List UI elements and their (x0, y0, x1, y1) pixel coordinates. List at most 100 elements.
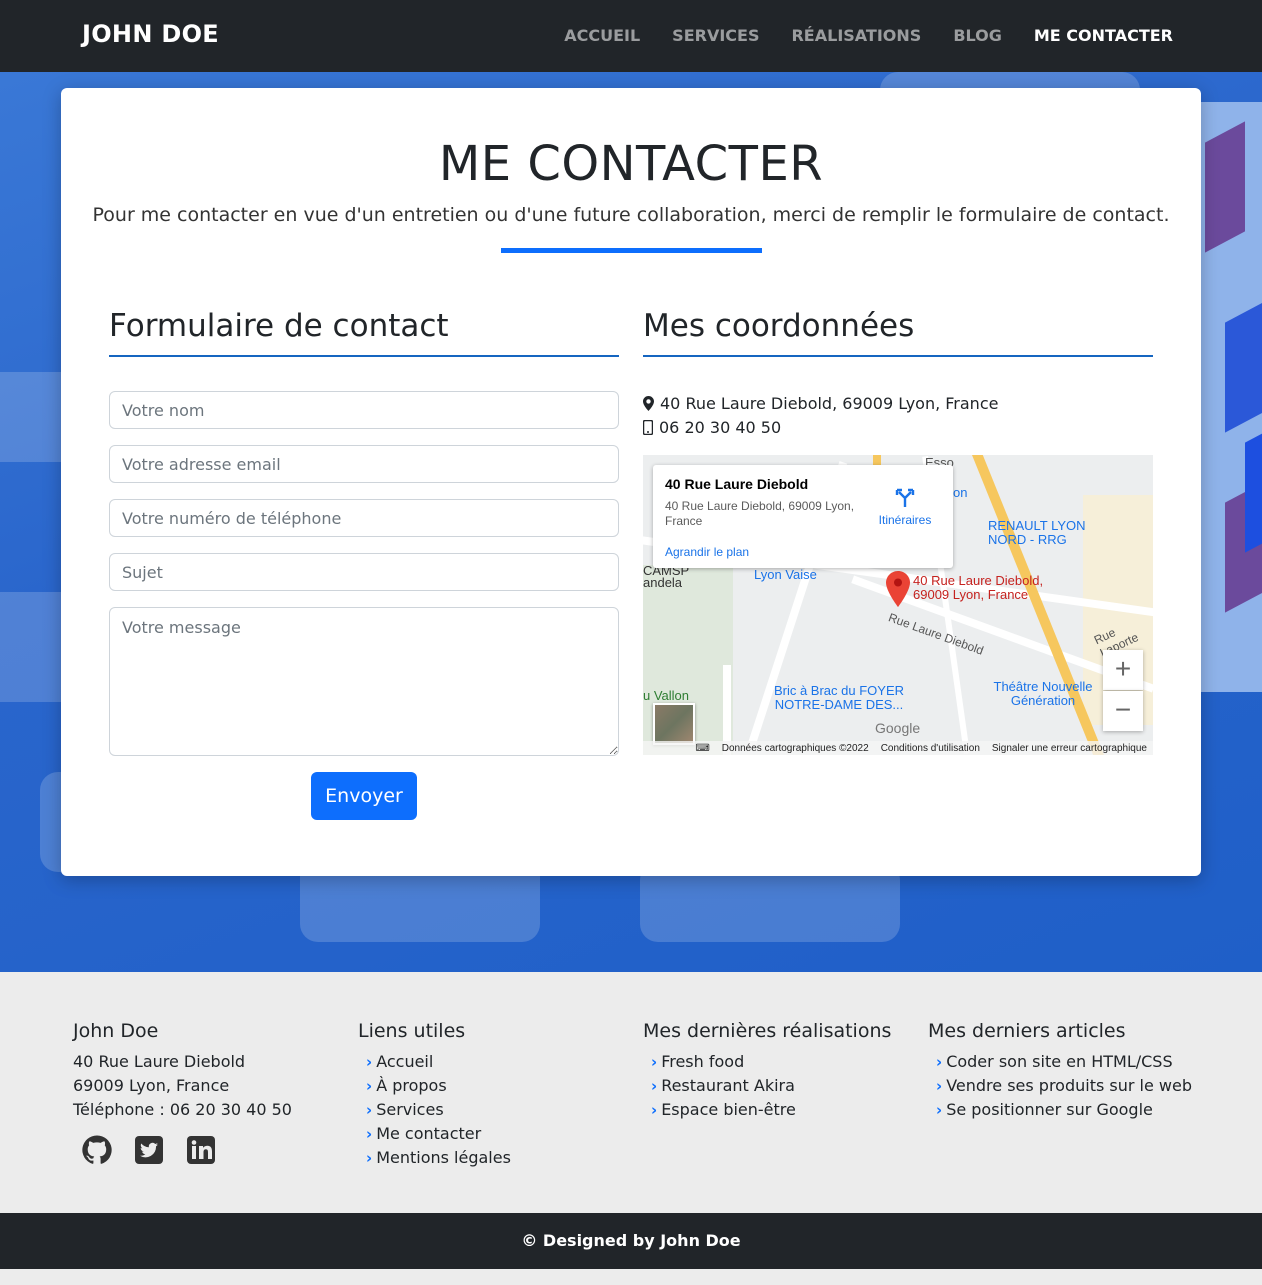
page-subtitle: Pour me contacter en vue d'un entretien … (92, 204, 1170, 226)
embedded-map[interactable]: Esso on RENAULT LYON NORD - RRG Lyon Vai… (643, 455, 1153, 755)
footer-link-label: Se positionner sur Google (946, 1100, 1153, 1119)
map-label-theatre: Théâtre Nouvelle Génération (993, 679, 1093, 708)
coords-heading-underline (643, 355, 1153, 357)
subject-input[interactable] (109, 553, 619, 591)
nav-link-services[interactable]: SERVICES (672, 26, 759, 45)
map-info-title: 40 Rue Laure Diebold (665, 476, 809, 492)
phone-input[interactable] (109, 499, 619, 537)
coords-heading: Mes coordonnées (643, 308, 915, 344)
footer-link-espace-bien-etre[interactable]: › Espace bien-être (643, 1098, 891, 1122)
site-footer: John Doe 40 Rue Laure Diebold 69009 Lyon… (0, 972, 1262, 1213)
footer-col4-heading: Mes derniers articles (928, 1020, 1126, 1042)
zoom-in-button[interactable]: + (1103, 650, 1143, 690)
nav-link-blog[interactable]: BLOG (953, 26, 1002, 45)
footer-link-label: Coder son site en HTML/CSS (946, 1052, 1173, 1071)
footer-col1-heading: John Doe (73, 1020, 159, 1042)
footer-contact-column: John Doe 40 Rue Laure Diebold 69009 Lyon… (73, 1020, 292, 1166)
chevron-right-icon: › (366, 1149, 373, 1167)
chevron-right-icon: › (366, 1053, 373, 1071)
zoom-out-button[interactable]: − (1103, 691, 1143, 731)
map-label-andela: andela (643, 575, 683, 590)
title-underline (501, 248, 762, 253)
footer-projects-column: Mes dernières réalisations › Fresh food ›… (643, 1020, 891, 1122)
footer-link-accueil[interactable]: › Accueil (358, 1050, 511, 1074)
phone-text: 06 20 30 40 50 (659, 418, 782, 437)
map-label-renault: RENAULT LYON NORD - RRG (988, 518, 1086, 547)
chevron-right-icon: › (651, 1053, 658, 1071)
chevron-right-icon: › (366, 1077, 373, 1095)
nav-link-realisations[interactable]: RÉALISATIONS (791, 26, 921, 45)
enlarge-map-link[interactable]: Agrandir le plan (665, 545, 749, 559)
footer-link-me-contacter[interactable]: › Me contacter (358, 1122, 511, 1146)
name-input[interactable] (109, 391, 619, 429)
phone-line: 06 20 30 40 50 (643, 418, 781, 437)
chevron-right-icon: › (366, 1101, 373, 1119)
send-button[interactable]: Envoyer (311, 772, 417, 820)
form-heading: Formulaire de contact (109, 308, 449, 344)
mobile-phone-icon (643, 420, 653, 435)
page-title: ME CONTACTER (438, 136, 824, 192)
satellite-view-toggle[interactable] (653, 703, 695, 745)
map-footer: ⌨ Données cartographiques ©2022 Conditio… (643, 741, 1153, 755)
message-textarea[interactable] (109, 607, 619, 756)
footer-col3-heading: Mes dernières réalisations (643, 1020, 892, 1042)
navbar: JOHN DOE ACCUEIL SERVICES RÉALISATIONS B… (0, 0, 1262, 72)
footer-col2-heading: Liens utiles (358, 1020, 466, 1042)
background-stripe (1245, 421, 1262, 553)
footer-link-restaurant-akira[interactable]: › Restaurant Akira (643, 1074, 891, 1098)
address-text: 40 Rue Laure Diebold, 69009 Lyon, France (660, 394, 999, 413)
footer-link-article-google[interactable]: › Se positionner sur Google (928, 1098, 1192, 1122)
nav-link-accueil[interactable]: ACCUEIL (564, 26, 640, 45)
footer-link-fresh-food[interactable]: › Fresh food (643, 1050, 891, 1074)
map-label-vallon: u Vallon (643, 688, 690, 703)
directions-label: Itinéraires (878, 513, 932, 527)
linkedin-icon[interactable] (185, 1134, 217, 1166)
report-error-link[interactable]: Signaler une erreur cartographique (992, 743, 1147, 754)
form-heading-underline (109, 355, 619, 357)
twitter-icon[interactable] (133, 1134, 165, 1166)
chevron-right-icon: › (936, 1077, 943, 1095)
footer-link-label: À propos (376, 1076, 447, 1095)
map-data-credit: Données cartographiques ©2022 (721, 742, 869, 754)
terms-link[interactable]: Conditions d'utilisation (881, 743, 980, 754)
footer-link-article-html-css[interactable]: › Coder son site en HTML/CSS (928, 1050, 1192, 1074)
footer-link-label: Accueil (376, 1052, 434, 1071)
footer-link-label: Vendre ses produits sur le web (946, 1076, 1192, 1095)
email-input[interactable] (109, 445, 619, 483)
chevron-right-icon: › (366, 1125, 373, 1143)
social-links (73, 1134, 292, 1166)
footer-link-label: Restaurant Akira (661, 1076, 795, 1095)
google-logo: Google (875, 720, 921, 736)
keyboard-shortcuts-icon[interactable]: ⌨ (695, 743, 709, 754)
background-stripe (1225, 301, 1262, 433)
map-pin-icon[interactable] (886, 571, 910, 607)
brand-logo[interactable]: JOHN DOE (82, 20, 219, 48)
copyright-bar: © Designed by John Doe (0, 1213, 1262, 1269)
footer-link-label: Fresh food (661, 1052, 745, 1071)
map-label-lyon-vaise: Lyon Vaise (754, 567, 817, 582)
footer-link-label: Espace bien-être (661, 1100, 796, 1119)
footer-articles-column: Mes derniers articles › Coder son site en… (928, 1020, 1192, 1122)
directions-button[interactable]: Itinéraires (875, 487, 935, 527)
contact-card: ME CONTACTER Pour me contacter en vue d'… (61, 88, 1201, 876)
footer-links-column: Liens utiles › Accueil › À propos › Service… (358, 1020, 511, 1170)
github-icon[interactable] (81, 1134, 113, 1166)
footer-address-line2: 69009 Lyon, France (73, 1076, 230, 1095)
map-marker-icon (643, 396, 654, 411)
footer-link-a-propos[interactable]: › À propos (358, 1074, 511, 1098)
map-label-bric: Bric à Brac du FOYER NOTRE-DAME DES... (773, 683, 905, 712)
map-info-window: 40 Rue Laure Diebold 40 Rue Laure Diebol… (653, 465, 953, 568)
footer-link-label: Services (376, 1100, 444, 1119)
footer-link-label: Me contacter (376, 1124, 482, 1143)
footer-link-services[interactable]: › Services (358, 1098, 511, 1122)
chevron-right-icon: › (936, 1053, 943, 1071)
map-label-pin: 40 Rue Laure Diebold, 69009 Lyon, France (913, 573, 1044, 602)
footer-address-line1: 40 Rue Laure Diebold (73, 1052, 246, 1071)
footer-link-mentions-legales[interactable]: › Mentions légales (358, 1146, 511, 1170)
nav-link-me-contacter[interactable]: ME CONTACTER (1034, 26, 1173, 45)
footer-phone: Téléphone : 06 20 30 40 50 (73, 1100, 292, 1119)
footer-link-article-vendre[interactable]: › Vendre ses produits sur le web (928, 1074, 1192, 1098)
footer-link-label: Mentions légales (376, 1148, 511, 1167)
nav-links: ACCUEIL SERVICES RÉALISATIONS BLOG ME CO… (564, 26, 1173, 45)
address-line: 40 Rue Laure Diebold, 69009 Lyon, France (643, 394, 998, 413)
